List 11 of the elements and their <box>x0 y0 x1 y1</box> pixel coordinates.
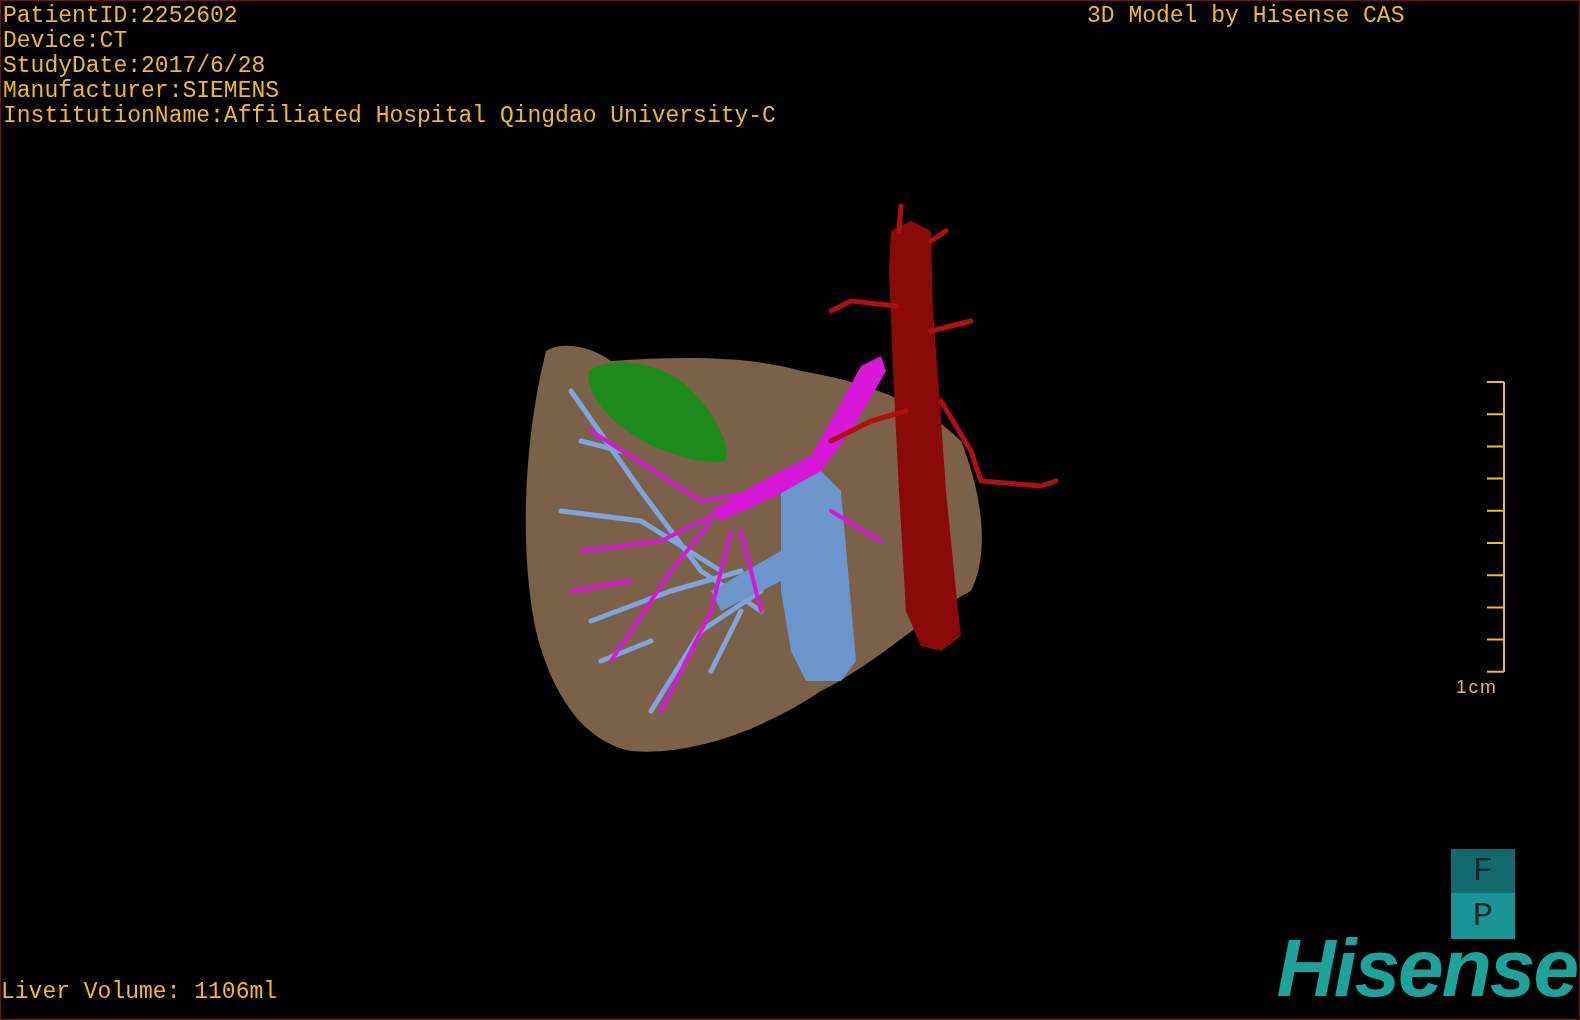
view-orientation-button[interactable]: P <box>1451 893 1515 939</box>
study-info-line: PatientID:2252602 <box>3 4 239 29</box>
study-info-line: Device:CT <box>3 29 129 54</box>
study-info-line: Manufacturer:SIEMENS <box>3 79 281 104</box>
viewer-title: 3D Model by Hisense CAS <box>1087 4 1405 29</box>
study-info-line: InstitutionName:Affiliated Hospital Qingdao University-C <box>3 104 776 129</box>
study-info-line: StudyDate:2017/6/28 <box>3 54 267 79</box>
scale-label: 1cm <box>1456 675 1498 699</box>
view-orientation-button[interactable]: F <box>1451 849 1515 893</box>
liver-volume-label: Liver Volume: 1106ml <box>1 980 278 1005</box>
scale-bar-icon <box>1485 381 1505 673</box>
